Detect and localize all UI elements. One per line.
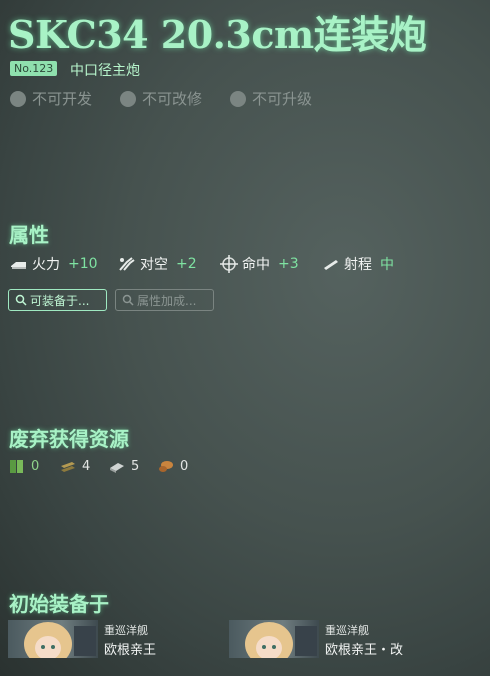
page-title: SKC34 20.3cm连装炮 [8,12,427,57]
stat-bonus-button[interactable]: 属性加成... [115,289,214,311]
stat-value: +3 [278,256,299,272]
resource-ammo: 4 [60,458,90,474]
ammo-icon [61,462,75,472]
stat-range: 射程 中 [322,254,394,274]
item-type: 中口径主炮 [70,63,140,79]
anti-air-icon [119,257,135,271]
ship-portrait [229,620,319,658]
resource-value: 0 [180,458,189,474]
ship-class: 重巡洋舰 [325,624,369,637]
stat-value: +10 [68,256,98,272]
scrap-heading: 废弃获得资源 [9,427,129,451]
stat-label: 火力 [32,257,60,273]
stat-label: 命中 [242,257,270,273]
initial-equip-heading: 初始装备于 [9,592,109,616]
status-dot-icon [10,90,26,107]
fuel-icon [10,460,23,473]
stat-value: 中 [380,257,394,273]
stat-firepower: 火力 +10 [10,254,98,274]
stat-label: 对空 [140,257,168,273]
search-icon [15,294,27,306]
stat-label: 射程 [344,257,372,273]
search-icon [122,294,134,306]
item-number-badge: No.123 [10,61,58,76]
flag-label: 不可升级 [252,90,313,108]
resource-bauxite: 0 [158,458,188,474]
ship-portrait [8,620,98,658]
resource-fuel: 0 [9,458,39,474]
flag-not-developable: 不可开发 [10,88,92,109]
status-dot-icon [230,90,246,107]
flag-label: 不可开发 [32,90,93,108]
bauxite-icon [159,461,173,472]
firepower-icon [11,262,26,269]
accuracy-icon [220,255,238,273]
attributes-heading: 属性 [9,223,49,247]
stat-anti-air: 对空 +2 [118,254,197,274]
equippable-by-button[interactable]: 可装备于... [8,289,107,311]
resource-steel: 5 [109,458,139,474]
steel-icon [110,463,124,473]
ship-name: 欧根亲王・改 [325,643,404,658]
button-label: 可装备于... [30,293,90,308]
stat-accuracy: 命中 +3 [220,254,299,274]
button-label: 属性加成... [137,293,197,308]
flag-not-improvable: 不可改修 [120,88,202,109]
resource-value: 5 [131,458,140,474]
ship-class: 重巡洋舰 [104,624,148,637]
flag-label: 不可改修 [142,90,203,108]
range-icon [324,260,338,270]
resource-value: 0 [31,458,40,474]
ship-name: 欧根亲王 [104,643,157,658]
resource-value: 4 [82,458,91,474]
ship-card[interactable]: 重巡洋舰 欧根亲王 [8,620,156,658]
flag-not-upgradable: 不可升级 [230,88,312,109]
status-dot-icon [120,90,136,107]
stat-value: +2 [176,256,197,272]
ship-card[interactable]: 重巡洋舰 欧根亲王・改 [229,620,403,658]
